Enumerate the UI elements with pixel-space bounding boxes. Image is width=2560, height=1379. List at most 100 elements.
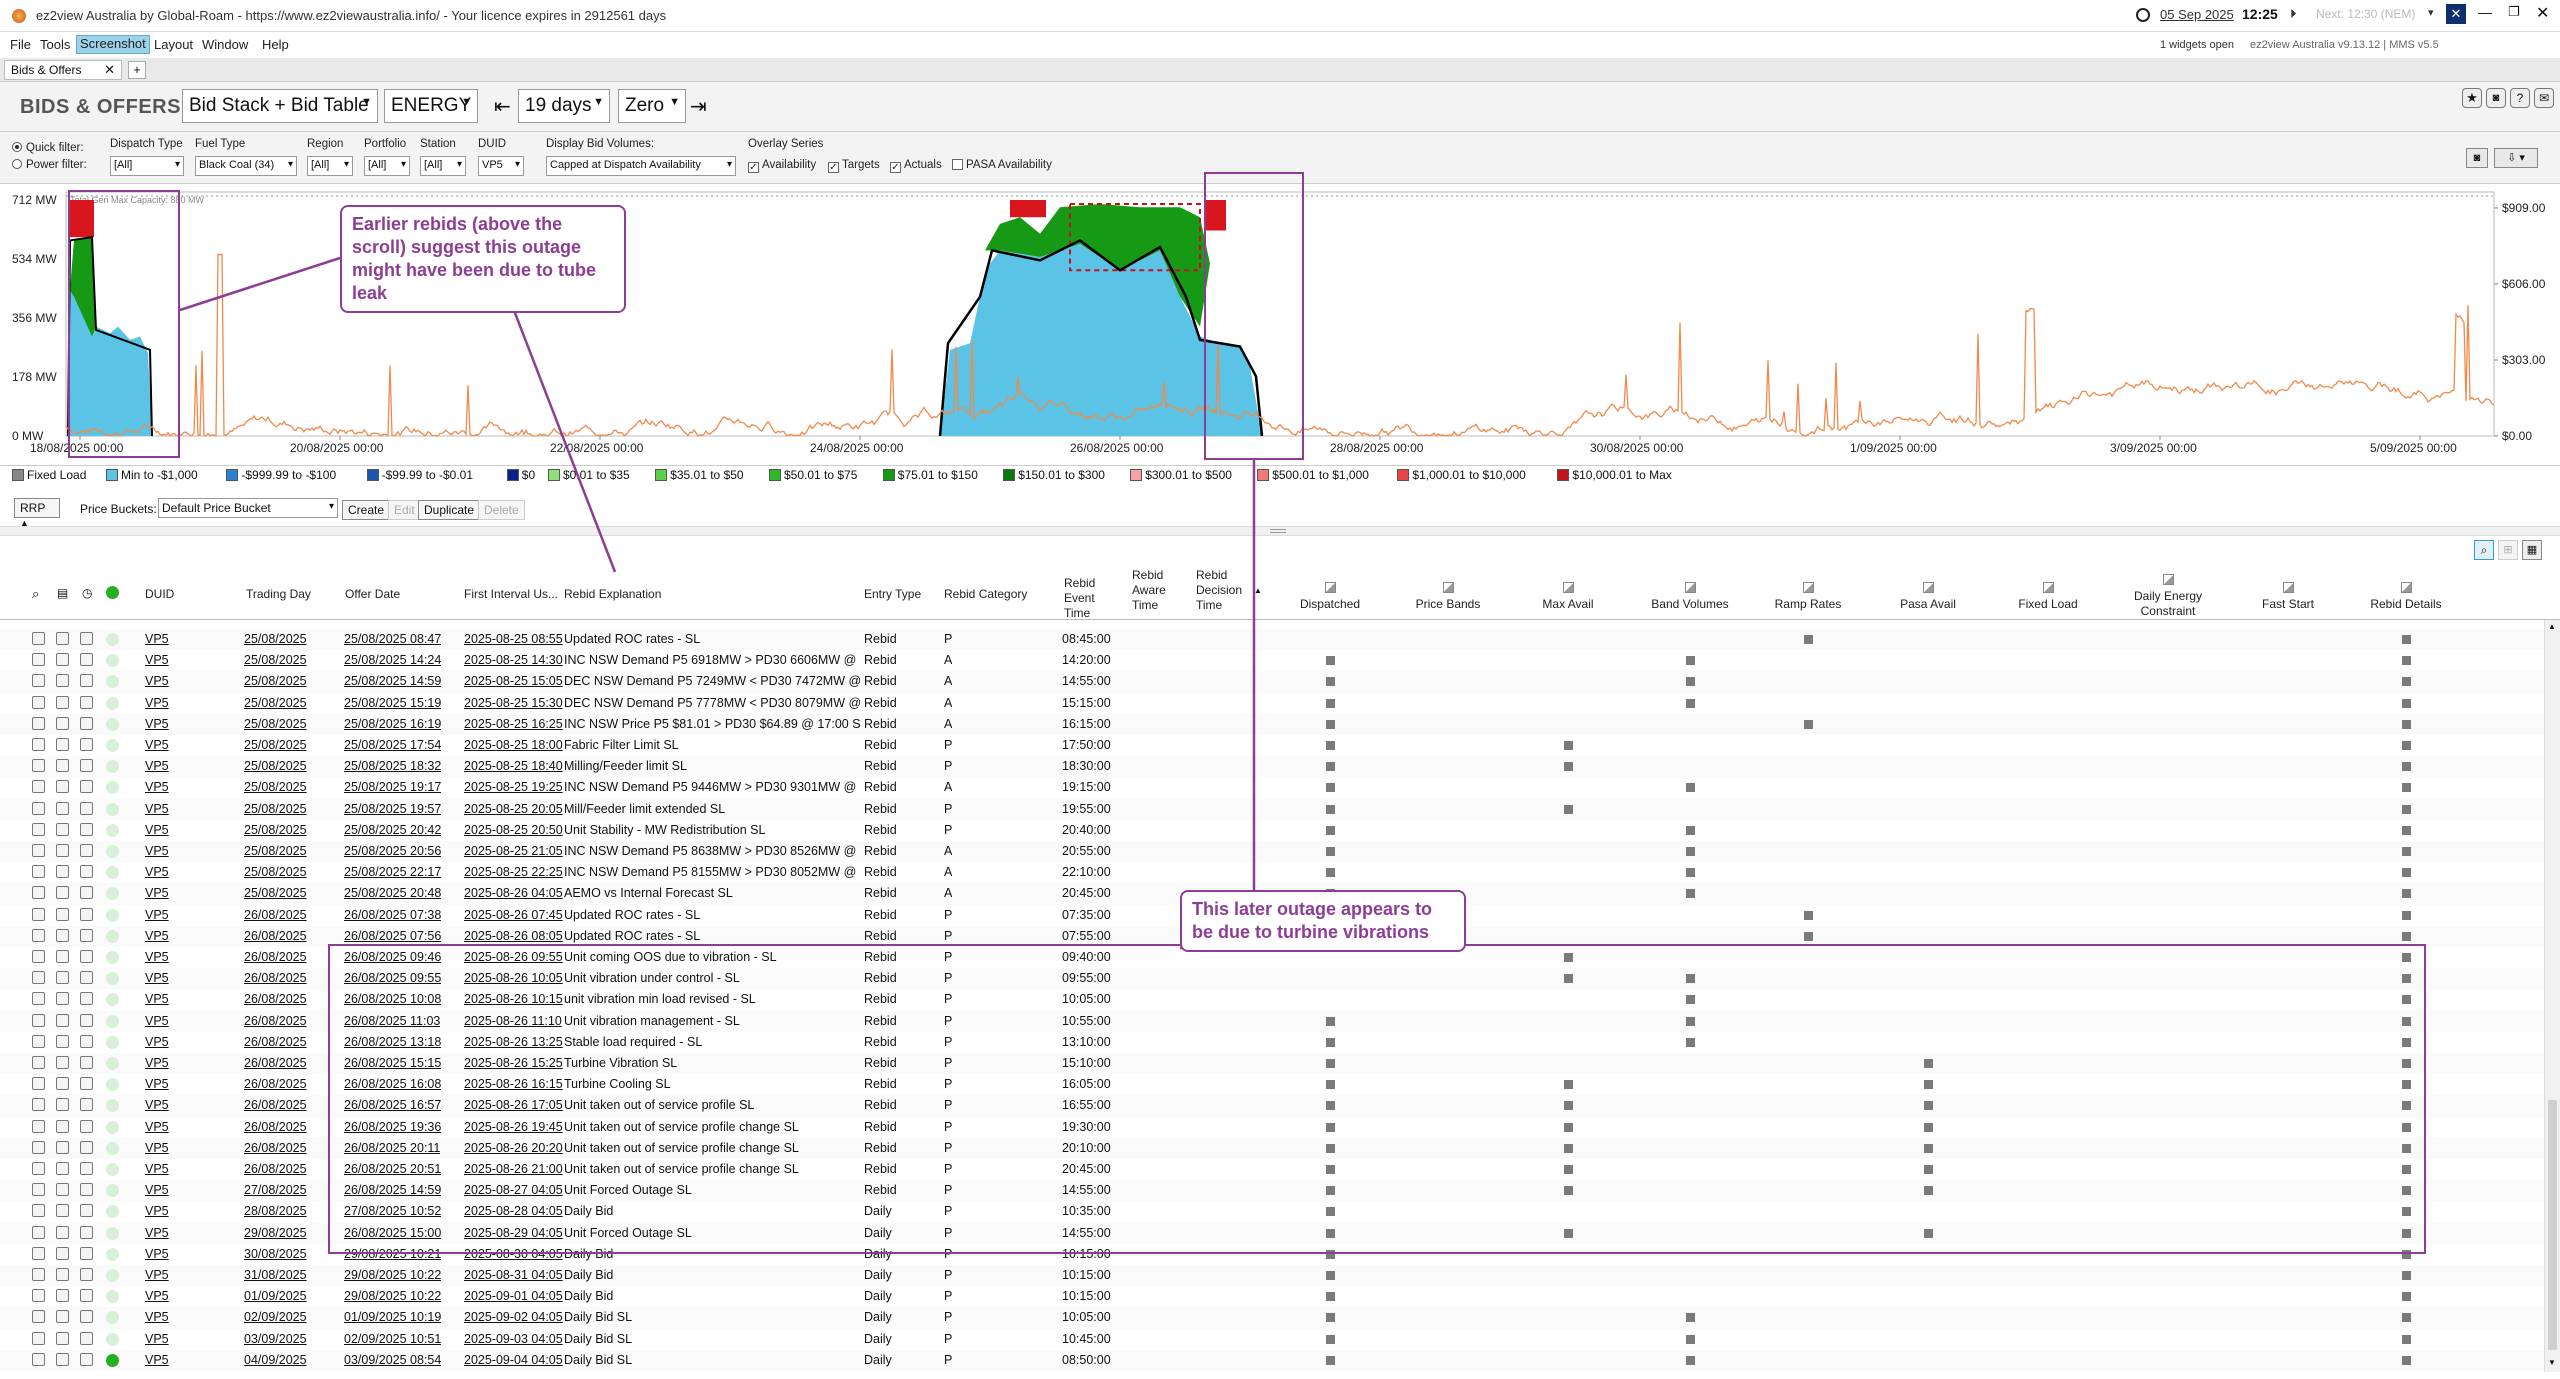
row-table-icon[interactable] bbox=[56, 865, 69, 879]
trading-day-link[interactable]: 26/08/2025 bbox=[244, 1014, 307, 1028]
favourite-icon[interactable]: ★ bbox=[2462, 88, 2482, 108]
row-search-icon[interactable] bbox=[32, 632, 45, 645]
trading-day-link[interactable]: 25/08/2025 bbox=[244, 886, 307, 900]
trading-day-link[interactable]: 25/08/2025 bbox=[244, 738, 307, 752]
trading-day-link[interactable]: 26/08/2025 bbox=[244, 908, 307, 922]
table-row[interactable]: VP5 25/08/2025 25/08/2025 18:32 2025-08-25 … bbox=[0, 756, 2544, 778]
row-table-icon[interactable] bbox=[56, 1098, 69, 1112]
duid-link[interactable]: VP5 bbox=[145, 908, 169, 922]
row-search-icon[interactable] bbox=[32, 1289, 45, 1303]
row-search-icon[interactable] bbox=[32, 1098, 45, 1112]
row-search-icon[interactable] bbox=[32, 950, 45, 963]
row-search-icon[interactable] bbox=[32, 907, 45, 921]
offer-date-link[interactable]: 02/09/2025 10:51 bbox=[344, 1332, 441, 1346]
row-table-icon[interactable] bbox=[56, 1331, 69, 1345]
first-interval-link[interactable]: 2025-08-25 19:25 bbox=[464, 780, 563, 794]
menu-layout[interactable]: Layout bbox=[154, 37, 193, 52]
trading-day-link[interactable]: 25/08/2025 bbox=[244, 802, 307, 816]
row-clock-icon[interactable] bbox=[80, 738, 93, 751]
row-search-icon[interactable] bbox=[32, 1225, 45, 1239]
trading-day-link[interactable]: 31/08/2025 bbox=[244, 1268, 307, 1282]
col-trading-day[interactable]: Trading Day bbox=[246, 587, 311, 602]
first-interval-link[interactable]: 2025-09-03 04:05 bbox=[464, 1332, 563, 1346]
trading-day-link[interactable]: 25/08/2025 bbox=[244, 759, 307, 773]
first-interval-link[interactable]: 2025-08-26 07:45 bbox=[464, 908, 563, 922]
tab-bids-offers[interactable]: Bids & Offers ✕ bbox=[4, 60, 122, 80]
row-table-icon[interactable] bbox=[56, 1183, 69, 1197]
row-search-icon[interactable] bbox=[32, 1183, 45, 1197]
first-interval-link[interactable]: 2025-08-25 15:05 bbox=[464, 674, 563, 688]
offer-date-link[interactable]: 26/08/2025 07:56 bbox=[344, 929, 441, 943]
row-table-icon[interactable] bbox=[56, 1034, 69, 1048]
row-search-icon[interactable] bbox=[32, 1268, 45, 1281]
row-search-icon[interactable] bbox=[32, 971, 45, 985]
first-interval-link[interactable]: 2025-08-25 08:55 bbox=[464, 632, 563, 646]
table-row[interactable]: VP5 25/08/2025 25/08/2025 19:17 2025-08-25 … bbox=[0, 777, 2544, 798]
duid-link[interactable]: VP5 bbox=[145, 1183, 169, 1197]
offer-date-link[interactable]: 26/08/2025 07:38 bbox=[344, 908, 441, 922]
row-clock-icon[interactable] bbox=[80, 1331, 93, 1345]
trading-day-link[interactable]: 25/08/2025 bbox=[244, 632, 307, 646]
trading-day-link[interactable]: 25/08/2025 bbox=[244, 674, 307, 688]
duid-link[interactable]: VP5 bbox=[145, 1310, 169, 1324]
row-clock-icon[interactable] bbox=[80, 1119, 93, 1133]
trading-day-link[interactable]: 25/08/2025 bbox=[244, 780, 307, 794]
row-table-icon[interactable] bbox=[56, 928, 69, 942]
trading-day-link[interactable]: 26/08/2025 bbox=[244, 1077, 307, 1091]
duid-link[interactable]: VP5 bbox=[145, 1014, 169, 1028]
add-tab-button[interactable]: + bbox=[128, 61, 146, 79]
offer-date-link[interactable]: 25/08/2025 20:48 bbox=[344, 886, 441, 900]
overlay-availability-checkbox[interactable]: ✓ Availability bbox=[748, 159, 816, 173]
duid-link[interactable]: VP5 bbox=[145, 1226, 169, 1240]
offer-date-link[interactable]: 25/08/2025 20:42 bbox=[344, 823, 441, 837]
table-row[interactable]: VP5 03/09/2025 02/09/2025 10:51 2025-09-03 … bbox=[0, 1329, 2544, 1350]
offer-date-link[interactable]: 25/08/2025 22:17 bbox=[344, 865, 441, 879]
offer-date-link[interactable]: 25/08/2025 17:54 bbox=[344, 738, 441, 752]
col-flag[interactable]: Fast Start bbox=[2228, 582, 2348, 612]
row-clock-icon[interactable] bbox=[80, 907, 93, 921]
offer-date-link[interactable]: 03/09/2025 08:54 bbox=[344, 1353, 441, 1367]
duid-link[interactable]: VP5 bbox=[145, 1141, 169, 1155]
trading-day-link[interactable]: 26/08/2025 bbox=[244, 1141, 307, 1155]
row-table-icon[interactable] bbox=[56, 1352, 69, 1366]
station-select[interactable]: [All] bbox=[420, 156, 466, 176]
table-row[interactable]: VP5 25/08/2025 25/08/2025 08:47 2025-08-25 … bbox=[0, 629, 2544, 651]
jump-end-icon[interactable]: ⇥ bbox=[690, 94, 707, 119]
first-interval-link[interactable]: 2025-09-02 04:05 bbox=[464, 1310, 563, 1324]
first-interval-link[interactable]: 2025-08-25 18:40 bbox=[464, 759, 563, 773]
row-table-icon[interactable] bbox=[56, 653, 69, 667]
row-search-icon[interactable] bbox=[32, 844, 45, 857]
first-interval-link[interactable]: 2025-08-31 04:05 bbox=[464, 1268, 563, 1282]
table-row[interactable]: VP5 02/09/2025 01/09/2025 10:19 2025-09-02 … bbox=[0, 1307, 2544, 1329]
row-clock-icon[interactable] bbox=[80, 992, 93, 1006]
duplicate-button[interactable]: Duplicate bbox=[418, 500, 481, 520]
offer-date-link[interactable]: 25/08/2025 14:24 bbox=[344, 653, 441, 667]
duid-link[interactable]: VP5 bbox=[145, 759, 169, 773]
view-dropdown[interactable]: Bid Stack + Bid Table ▼ bbox=[182, 89, 378, 123]
col-flag[interactable]: Price Bands bbox=[1388, 582, 1508, 612]
delete-button[interactable]: Delete bbox=[478, 500, 525, 520]
duid-link[interactable]: VP5 bbox=[145, 1204, 169, 1218]
first-interval-link[interactable]: 2025-08-25 18:00 bbox=[464, 738, 563, 752]
row-table-icon[interactable] bbox=[56, 1013, 69, 1027]
duid-link[interactable]: VP5 bbox=[145, 1056, 169, 1070]
trading-day-link[interactable]: 01/09/2025 bbox=[244, 1289, 307, 1303]
row-search-icon[interactable] bbox=[32, 1162, 45, 1175]
duid-link[interactable]: VP5 bbox=[145, 823, 169, 837]
row-clock-icon[interactable] bbox=[80, 1183, 93, 1197]
row-clock-icon[interactable] bbox=[80, 1056, 93, 1069]
table-row[interactable]: VP5 04/09/2025 03/09/2025 08:54 2025-09-04 … bbox=[0, 1349, 2544, 1371]
offer-date-link[interactable]: 29/08/2025 10:22 bbox=[344, 1289, 441, 1303]
table-scrollbar[interactable]: ▲ ▼ bbox=[2544, 620, 2560, 1372]
fuel-type-select[interactable]: Black Coal (34) bbox=[195, 156, 297, 176]
trading-day-link[interactable]: 04/09/2025 bbox=[244, 1353, 307, 1367]
row-table-icon[interactable] bbox=[56, 907, 69, 921]
duid-link[interactable]: VP5 bbox=[145, 1098, 169, 1112]
table-row[interactable]: VP5 31/08/2025 29/08/2025 10:22 2025-08-31 … bbox=[0, 1265, 2544, 1287]
row-table-icon[interactable] bbox=[56, 1077, 69, 1091]
duid-link[interactable]: VP5 bbox=[145, 674, 169, 688]
first-interval-link[interactable]: 2025-09-04 04:05 bbox=[464, 1353, 563, 1367]
power-filter-radio[interactable]: Power filter: bbox=[12, 159, 87, 171]
row-table-icon[interactable] bbox=[56, 695, 69, 709]
row-search-icon[interactable] bbox=[32, 822, 45, 836]
